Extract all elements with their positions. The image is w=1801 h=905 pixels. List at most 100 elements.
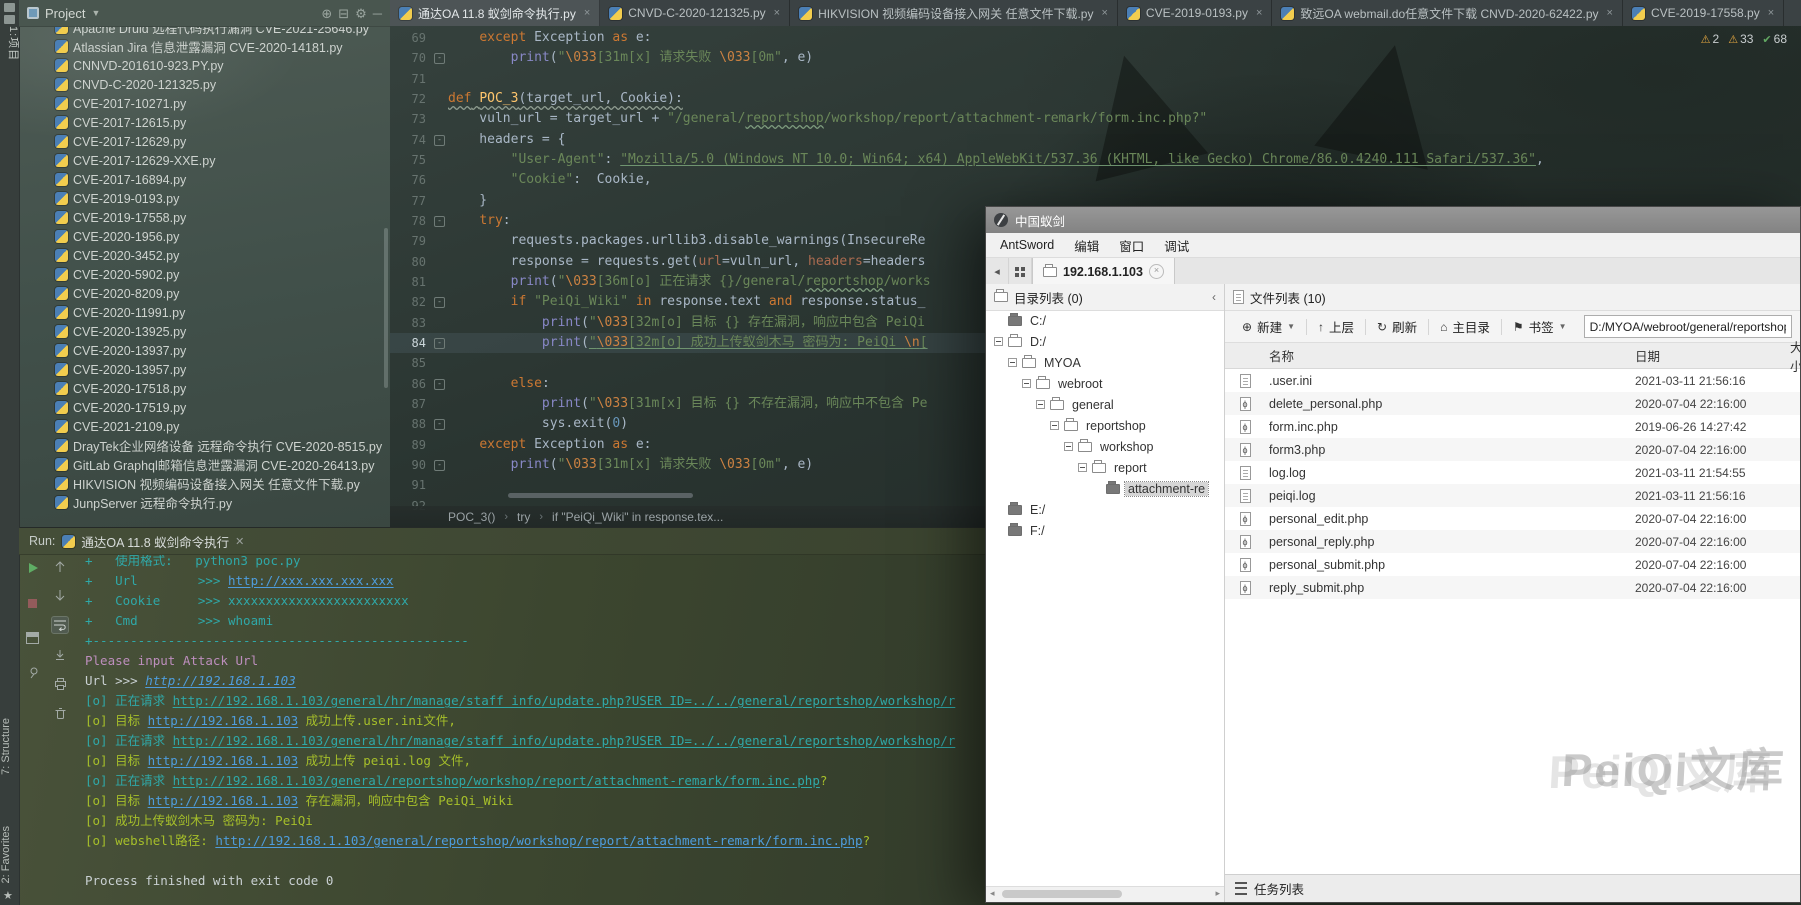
breadcrumb-item[interactable]: if "PeiQi_Wiki" in response.tex... <box>552 510 723 524</box>
editor-tab[interactable]: CVE-2019-0193.py× <box>1118 0 1273 26</box>
breadcrumb-item[interactable]: POC_3() <box>448 510 495 524</box>
menu-item[interactable]: 调试 <box>1154 236 1199 255</box>
editor-tab[interactable]: 致远OA webmail.do任意文件下载 CNVD-2020-62422.py… <box>1272 0 1623 26</box>
restore-layout-icon[interactable] <box>25 630 41 646</box>
toolwindow-favorites-button[interactable]: 2: Favorites <box>0 826 19 883</box>
scroll-left-icon[interactable]: ◂ <box>990 888 995 899</box>
console-link[interactable]: http://192.168.1.103 <box>145 673 296 688</box>
file-row[interactable]: .user.ini2021-03-11 21:56:16 <box>1225 369 1800 392</box>
project-scrollbar[interactable] <box>384 228 388 388</box>
clear-console-icon[interactable] <box>52 705 68 721</box>
close-tab-icon[interactable]: × <box>1256 7 1262 19</box>
project-tree-item[interactable]: CVE-2020-1956.py <box>19 227 390 246</box>
toolwindow-structure-button[interactable]: 7: Structure <box>0 718 19 775</box>
project-tree-item[interactable]: CVE-2017-12629.py <box>19 132 390 151</box>
fold-marker-icon[interactable]: - <box>434 135 445 146</box>
expand-toggle-icon[interactable] <box>1036 400 1045 409</box>
toolbar-button-new[interactable]: ⊕新建▼ <box>1233 317 1304 336</box>
tab-scroll-left-icon[interactable]: ◂ <box>986 258 1009 285</box>
directory-tree-item[interactable]: reportshop <box>986 415 1224 436</box>
file-row[interactable]: form.inc.php2019-06-26 14:27:42 <box>1225 415 1800 438</box>
column-header[interactable]: 大小 <box>1790 337 1800 375</box>
panel-icon[interactable] <box>4 15 15 24</box>
project-tree-item[interactable]: CVE-2021-2109.py <box>19 417 390 436</box>
directory-tree-item[interactable]: MYOA <box>986 352 1224 373</box>
project-tree-item[interactable]: GitLab Graphql邮箱信息泄露漏洞 CVE-2020-26413.py <box>19 455 390 474</box>
scroll-thumb[interactable] <box>1002 890 1122 898</box>
print-icon[interactable] <box>52 676 68 692</box>
expand-toggle-icon[interactable] <box>1008 358 1017 367</box>
console-link[interactable]: http://192.168.1.103 <box>148 753 299 768</box>
run-tab[interactable]: 通达OA 11.8 蚁剑命令执行 ✕ <box>62 532 244 551</box>
settings-gear-icon[interactable]: ⚙ <box>355 7 367 20</box>
stop-button[interactable] <box>25 595 41 611</box>
directory-tree-item[interactable]: E:/ <box>986 499 1224 520</box>
project-tree-item[interactable]: CVE-2019-17558.py <box>19 208 390 227</box>
down-stack-icon[interactable] <box>52 587 68 603</box>
expand-toggle-icon[interactable] <box>1078 463 1087 472</box>
column-header[interactable]: 日期 <box>1635 346 1790 365</box>
file-row[interactable]: personal_reply.php2020-07-04 22:16:00 <box>1225 530 1800 553</box>
project-tree-item[interactable]: CVE-2020-11991.py <box>19 303 390 322</box>
project-tree-item[interactable]: CVE-2020-17518.py <box>19 379 390 398</box>
close-icon[interactable]: ✕ <box>235 535 244 548</box>
editor-tab[interactable]: CNVD-C-2020-121325.py× <box>600 0 790 26</box>
directory-tree-item[interactable]: workshop <box>986 436 1224 457</box>
project-tree-item[interactable]: CVE-2020-13937.py <box>19 341 390 360</box>
console-link[interactable]: http://192.168.1.103/general/reportshop/… <box>173 773 820 788</box>
fold-marker-icon[interactable]: - <box>434 297 445 308</box>
menu-item[interactable]: AntSword <box>990 238 1064 252</box>
hide-panel-icon[interactable]: ─ <box>373 7 382 20</box>
collapse-all-icon[interactable]: ⊟ <box>338 7 349 20</box>
directory-tree-item[interactable]: attachment-re <box>986 478 1224 499</box>
toolbar-button-refresh[interactable]: ↻刷新 <box>1368 317 1426 336</box>
menu-item[interactable]: 窗口 <box>1109 236 1154 255</box>
project-tree-item[interactable]: CVE-2020-8209.py <box>19 284 390 303</box>
project-tree-item[interactable]: CNVD-C-2020-121325.py <box>19 75 390 94</box>
console-link[interactable]: http://192.168.1.103 <box>148 713 299 728</box>
breadcrumb-item[interactable]: try <box>517 510 530 524</box>
expand-toggle-icon[interactable] <box>1064 442 1073 451</box>
file-row[interactable]: reply_submit.php2020-07-04 22:16:00 <box>1225 576 1800 599</box>
inspections-widget[interactable]: ⚠2⚠33✔68 <box>1701 32 1787 46</box>
column-header[interactable]: 名称 <box>1265 346 1635 365</box>
directory-tree-item[interactable]: webroot <box>986 373 1224 394</box>
console-link[interactable]: http://192.168.1.103/general/hr/manage/s… <box>173 733 956 748</box>
directory-tree-item[interactable]: general <box>986 394 1224 415</box>
session-tab[interactable]: 192.168.1.103 × <box>1032 258 1175 285</box>
collapse-panel-icon[interactable]: ‹ <box>1212 290 1216 304</box>
antsword-titlebar[interactable]: 中国蚁剑 <box>986 207 1800 233</box>
directory-hscrollbar[interactable]: ◂ ▸ <box>986 886 1224 902</box>
file-row[interactable]: peiqi.log2021-03-11 21:56:16 <box>1225 484 1800 507</box>
scroll-to-end-icon[interactable] <box>52 647 68 663</box>
console-link[interactable]: http://192.168.1.103/general/hr/manage/s… <box>173 693 956 708</box>
project-tree-item[interactable]: CVE-2019-0193.py <box>19 189 390 208</box>
project-tree-item[interactable]: HIKVISION 视频编码设备接入网关 任意文件下载.py <box>19 474 390 493</box>
toolbar-button-home[interactable]: ⌂主目录 <box>1431 317 1499 336</box>
soft-wrap-icon[interactable] <box>51 616 69 634</box>
project-tree-item[interactable]: DrayTek企业网络设备 远程命令执行 CVE-2020-8515.py <box>19 436 390 455</box>
chevron-down-icon[interactable]: ▼ <box>91 8 100 18</box>
expand-toggle-icon[interactable] <box>1022 379 1031 388</box>
project-tree-item[interactable]: CVE-2017-12615.py <box>19 113 390 132</box>
fold-marker-icon[interactable]: - <box>434 460 445 471</box>
window-icon[interactable] <box>4 3 15 12</box>
rerun-button[interactable] <box>25 560 41 576</box>
task-list-bar[interactable]: 任务列表 <box>1225 874 1800 902</box>
file-row[interactable]: personal_edit.php2020-07-04 22:16:00 <box>1225 507 1800 530</box>
project-tree-item[interactable]: CVE-2020-17519.py <box>19 398 390 417</box>
expand-toggle-icon[interactable] <box>1050 421 1059 430</box>
directory-tree-item[interactable]: C:/ <box>986 310 1224 331</box>
toolbar-button-bookmark[interactable]: ⚑书签▼ <box>1504 317 1576 336</box>
fold-marker-icon[interactable]: - <box>434 338 445 349</box>
fold-marker-icon[interactable]: - <box>434 379 445 390</box>
project-tree-item[interactable]: CVE-2020-13925.py <box>19 322 390 341</box>
close-tab-icon[interactable]: × <box>584 7 590 19</box>
pin-icon[interactable] <box>25 665 41 681</box>
console-link[interactable]: http://xxx.xxx.xxx.xxx <box>228 573 394 588</box>
editor-tab[interactable]: CVE-2019-17558.py× <box>1623 0 1784 26</box>
project-tree-item[interactable]: CVE-2020-13957.py <box>19 360 390 379</box>
close-tab-icon[interactable]: × <box>1768 7 1774 19</box>
editor-tab[interactable]: HIKVISION 视频编码设备接入网关 任意文件下载.py× <box>790 0 1118 26</box>
project-tree-item[interactable]: CVE-2017-12629-XXE.py <box>19 151 390 170</box>
